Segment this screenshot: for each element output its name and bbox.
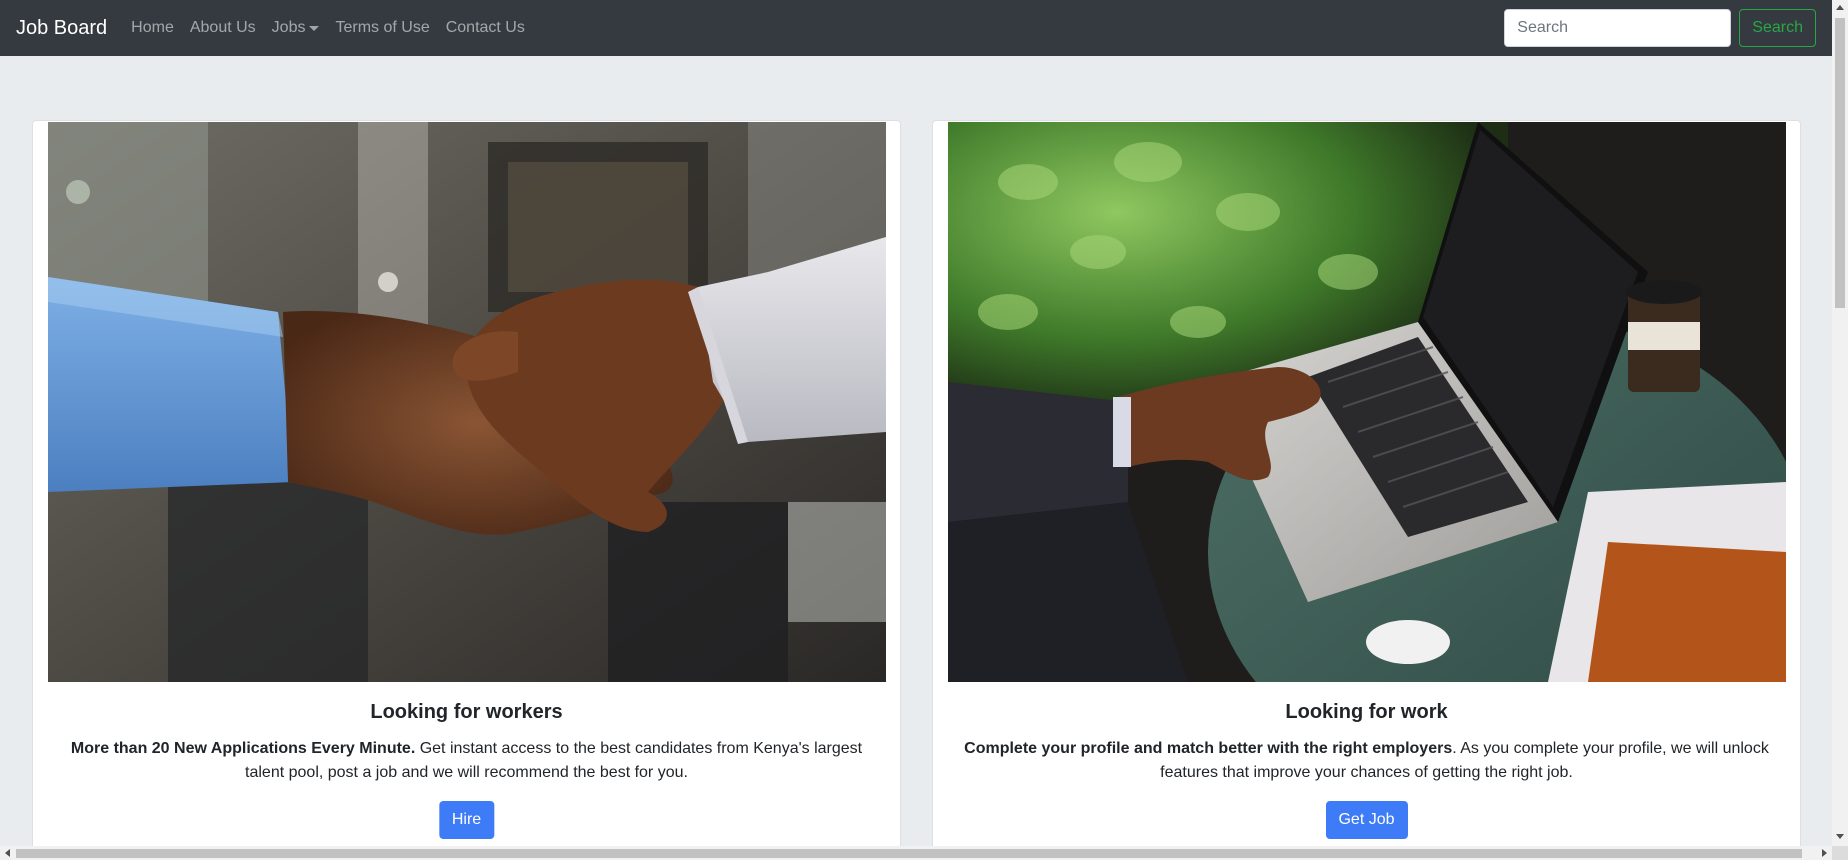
nav-link-contact-us[interactable]: Contact Us (446, 19, 525, 37)
nav-link-about-us[interactable]: About Us (190, 19, 256, 37)
card-title-workers: Looking for workers (370, 701, 563, 723)
hire-button[interactable]: Hire (438, 801, 495, 839)
nav-dropdown-jobs[interactable]: Jobs (272, 19, 320, 37)
vertical-scrollbar[interactable] (1832, 0, 1848, 846)
laptop-image (948, 122, 1786, 682)
handshake-image (48, 122, 886, 682)
search-input[interactable] (1504, 9, 1732, 47)
nav-dropdown-jobs-label: Jobs (271, 19, 306, 36)
card-description-workers: More than 20 New Applications Every Minu… (63, 737, 870, 785)
horizontal-scrollbar-thumb[interactable] (16, 849, 1802, 858)
card-description-workers-bold: More than 20 New Applications Every Minu… (70, 740, 416, 757)
search-button[interactable]: Search (1739, 9, 1816, 47)
card-title-work: Looking for work (1285, 701, 1448, 723)
card-description-work: Complete your profile and match better w… (963, 737, 1770, 785)
card-description-work-bold: Complete your profile and match better w… (964, 740, 1453, 757)
get-job-button[interactable]: Get Job (1325, 801, 1408, 839)
nav-link-terms-of-use[interactable]: Terms of Use (335, 19, 429, 37)
card-looking-for-workers: Looking for workers More than 20 New App… (32, 120, 901, 850)
caret-down-icon (309, 25, 320, 31)
horizontal-scrollbar[interactable] (0, 846, 1832, 860)
scroll-down-arrow-icon[interactable] (1836, 834, 1844, 839)
scroll-right-arrow-icon[interactable] (1822, 849, 1827, 857)
vertical-scrollbar-thumb[interactable] (1835, 18, 1845, 308)
scrollbar-corner (1832, 846, 1848, 860)
scroll-left-arrow-icon[interactable] (5, 849, 10, 857)
navbar: Job Board Home About Us Jobs Terms of Us… (0, 0, 1832, 56)
scroll-up-arrow-icon[interactable] (1836, 5, 1844, 10)
nav-link-home[interactable]: Home (131, 19, 174, 37)
card-looking-for-work: Looking for work Complete your profile a… (932, 120, 1801, 850)
brand-logo-text[interactable]: Job Board (16, 17, 107, 40)
